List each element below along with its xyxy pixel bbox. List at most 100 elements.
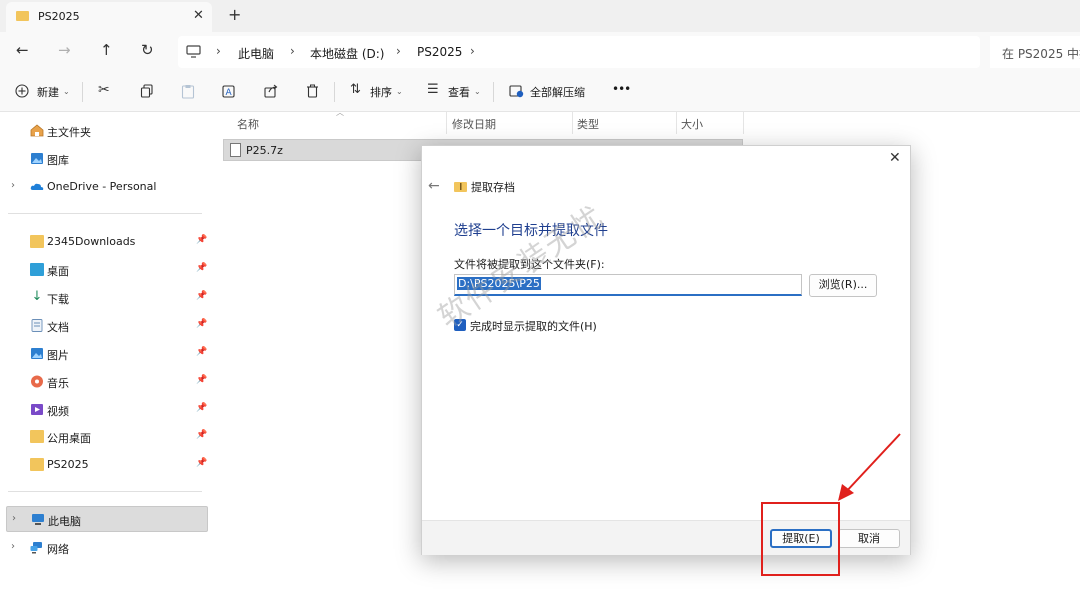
address-bar[interactable]: › 此电脑 › 本地磁盘 (D:) › PS2025 › <box>178 36 980 68</box>
navigation-bar: ← → ↑ ↻ › 此电脑 › 本地磁盘 (D:) › PS2025 › 在 P… <box>0 32 1080 72</box>
up-arrow-icon[interactable]: ↑ <box>100 41 113 59</box>
sidebar-item-pictures[interactable]: 图片 📌 <box>0 341 210 367</box>
search-input[interactable]: 在 PS2025 中搜 <box>1002 45 1080 62</box>
zip-folder-icon <box>454 182 467 192</box>
share-icon[interactable] <box>264 84 278 98</box>
tab-title: PS2025 <box>38 10 80 23</box>
new-tab-button[interactable]: + <box>228 5 241 24</box>
column-header-date[interactable]: 修改日期 <box>452 116 496 138</box>
trash-icon[interactable] <box>306 84 319 98</box>
breadcrumb-this-pc[interactable]: 此电脑 <box>238 45 274 62</box>
sidebar-item-downloads[interactable]: ↓ 下载 📌 <box>0 285 210 311</box>
copy-icon[interactable] <box>140 84 154 98</box>
toolbar-divider <box>334 82 335 102</box>
plus-circle-icon <box>15 84 29 98</box>
extract-all-button[interactable]: 全部解压缩 <box>530 84 585 100</box>
navigation-pane: 主文件夹 图库 › OneDrive - Personal 2345Downlo… <box>0 112 215 611</box>
sort-up-icon: ︿ <box>336 108 344 117</box>
sidebar-item-music[interactable]: 音乐 📌 <box>0 369 210 395</box>
pin-icon: 📌 <box>196 375 208 385</box>
sort-icon: ⇅ <box>350 82 361 97</box>
sidebar-item-label: OneDrive - Personal <box>47 180 157 193</box>
column-divider <box>743 112 744 134</box>
view-button[interactable]: 查看 <box>448 84 470 100</box>
sidebar-item-label: 2345Downloads <box>47 235 136 248</box>
command-bar: 新建 ⌄ ✂ A ⇅ 排序 ⌄ ☰ 查看 ⌄ 全部解压缩 ••• <box>0 72 1080 112</box>
sidebar-item-label: PS2025 <box>47 458 89 471</box>
sidebar-item-public-desktop[interactable]: 公用桌面 📌 <box>0 424 210 450</box>
rename-icon[interactable]: A <box>222 84 237 99</box>
close-tab-icon[interactable]: ✕ <box>193 8 204 23</box>
back-arrow-icon[interactable]: ← <box>16 41 29 59</box>
breadcrumb-ps2025[interactable]: PS2025 <box>417 45 462 59</box>
cloud-icon <box>30 183 44 190</box>
sidebar-item-label: 图库 <box>47 154 69 167</box>
breadcrumb-separator: › <box>470 44 475 58</box>
dialog-title: 提取存档 <box>471 181 515 194</box>
folder-icon <box>16 11 29 21</box>
computer-icon <box>32 514 44 525</box>
chevron-right-icon[interactable]: › <box>12 513 16 524</box>
sidebar-item-this-pc[interactable]: › 此电脑 <box>6 506 208 532</box>
annotation-arrow <box>838 433 901 501</box>
sidebar-item-2345downloads[interactable]: 2345Downloads 📌 <box>0 229 210 255</box>
sidebar-item-gallery[interactable]: 图库 <box>0 146 210 172</box>
sidebar-item-videos[interactable]: 视频 📌 <box>0 397 210 423</box>
column-header-size[interactable]: 大小 <box>681 116 703 138</box>
chevron-down-icon: ⌄ <box>396 87 403 96</box>
sidebar-item-label: 公用桌面 <box>47 432 91 445</box>
sidebar-item-label: 图片 <box>47 349 69 362</box>
new-button[interactable]: 新建 <box>37 84 59 100</box>
download-icon: ↓ <box>31 289 43 304</box>
folder-icon <box>30 430 44 443</box>
annotation-highlight-box <box>761 502 840 576</box>
column-header-name[interactable]: 名称 <box>237 116 259 138</box>
sidebar-item-label: 下载 <box>47 293 69 306</box>
cut-icon[interactable]: ✂ <box>98 82 110 98</box>
chevron-down-icon: ⌄ <box>63 87 70 96</box>
sidebar-item-label: 文档 <box>47 321 69 334</box>
sidebar-item-desktop[interactable]: 桌面 📌 <box>0 257 210 283</box>
sidebar-item-onedrive[interactable]: › OneDrive - Personal <box>0 174 210 200</box>
sidebar-item-label: 网络 <box>47 543 69 556</box>
paste-icon[interactable] <box>181 84 195 99</box>
view-icon: ☰ <box>427 82 439 97</box>
more-options-icon[interactable]: ••• <box>612 82 631 96</box>
pin-icon: 📌 <box>196 291 208 301</box>
pin-icon: 📌 <box>196 458 208 468</box>
file-name: P25.7z <box>246 144 283 157</box>
sidebar-item-label: 视频 <box>47 405 69 418</box>
archive-file-icon <box>230 143 241 157</box>
network-icon <box>30 542 42 554</box>
video-icon <box>31 404 43 415</box>
sidebar-item-network[interactable]: › 网络 <box>0 535 210 561</box>
sidebar-item-home[interactable]: 主文件夹 <box>0 118 210 144</box>
toolbar-divider <box>82 82 83 102</box>
search-box[interactable]: 在 PS2025 中搜 <box>990 36 1080 68</box>
breadcrumb-separator: › <box>216 44 221 58</box>
music-icon <box>31 375 43 388</box>
sidebar-item-label: 此电脑 <box>48 515 81 528</box>
sidebar-item-ps2025[interactable]: PS2025 📌 <box>0 452 210 478</box>
gallery-icon <box>31 153 43 164</box>
forward-arrow-icon[interactable]: → <box>58 41 71 59</box>
chevron-right-icon[interactable]: › <box>11 541 15 552</box>
pin-icon: 📌 <box>196 263 208 273</box>
sidebar-item-documents[interactable]: 文档 📌 <box>0 313 210 339</box>
folder-icon <box>30 235 44 248</box>
tab-ps2025[interactable]: PS2025 ✕ <box>6 2 212 32</box>
sort-button[interactable]: 排序 <box>370 84 392 100</box>
chevron-right-icon[interactable]: › <box>11 180 15 191</box>
breadcrumb-local-disk[interactable]: 本地磁盘 (D:) <box>310 45 384 62</box>
dialog-close-icon[interactable]: ✕ <box>889 150 901 166</box>
breadcrumb-separator: › <box>396 44 401 58</box>
cancel-button[interactable]: 取消 <box>838 529 900 548</box>
pin-icon: 📌 <box>196 319 208 329</box>
tab-strip: PS2025 ✕ + <box>0 0 1080 32</box>
dialog-back-icon[interactable]: ← <box>428 178 440 194</box>
browse-button[interactable]: 浏览(R)... <box>809 274 877 297</box>
breadcrumb-separator: › <box>290 44 295 58</box>
column-header-type[interactable]: 类型 <box>577 116 599 138</box>
column-divider <box>572 112 573 134</box>
refresh-icon[interactable]: ↻ <box>141 41 154 59</box>
